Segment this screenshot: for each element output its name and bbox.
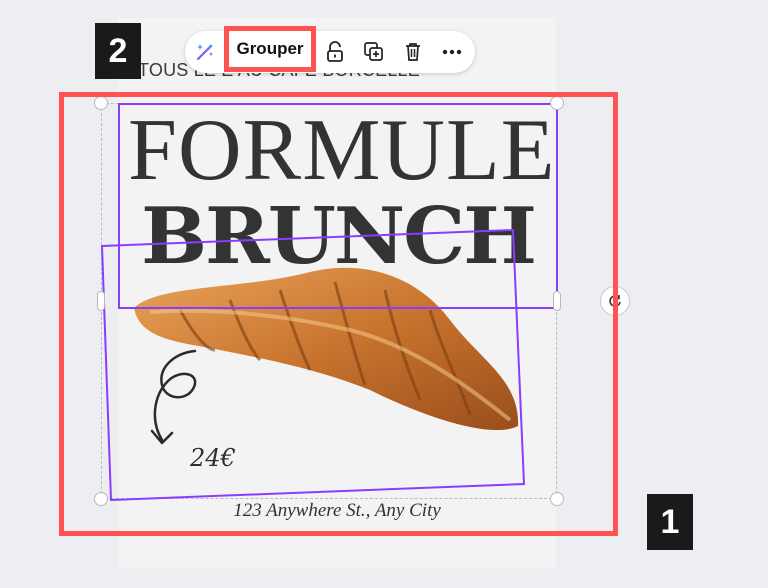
group-button[interactable]: Grouper [224,26,316,72]
annotation-badge-1: 1 [647,494,693,550]
magic-wand-icon[interactable] [193,40,217,64]
annotation-badge-2: 2 [95,23,141,79]
highlight-box-selection [59,92,618,536]
trash-icon[interactable] [401,40,425,64]
duplicate-icon[interactable] [362,40,386,64]
lock-icon[interactable] [323,40,347,64]
more-icon[interactable] [440,40,464,64]
